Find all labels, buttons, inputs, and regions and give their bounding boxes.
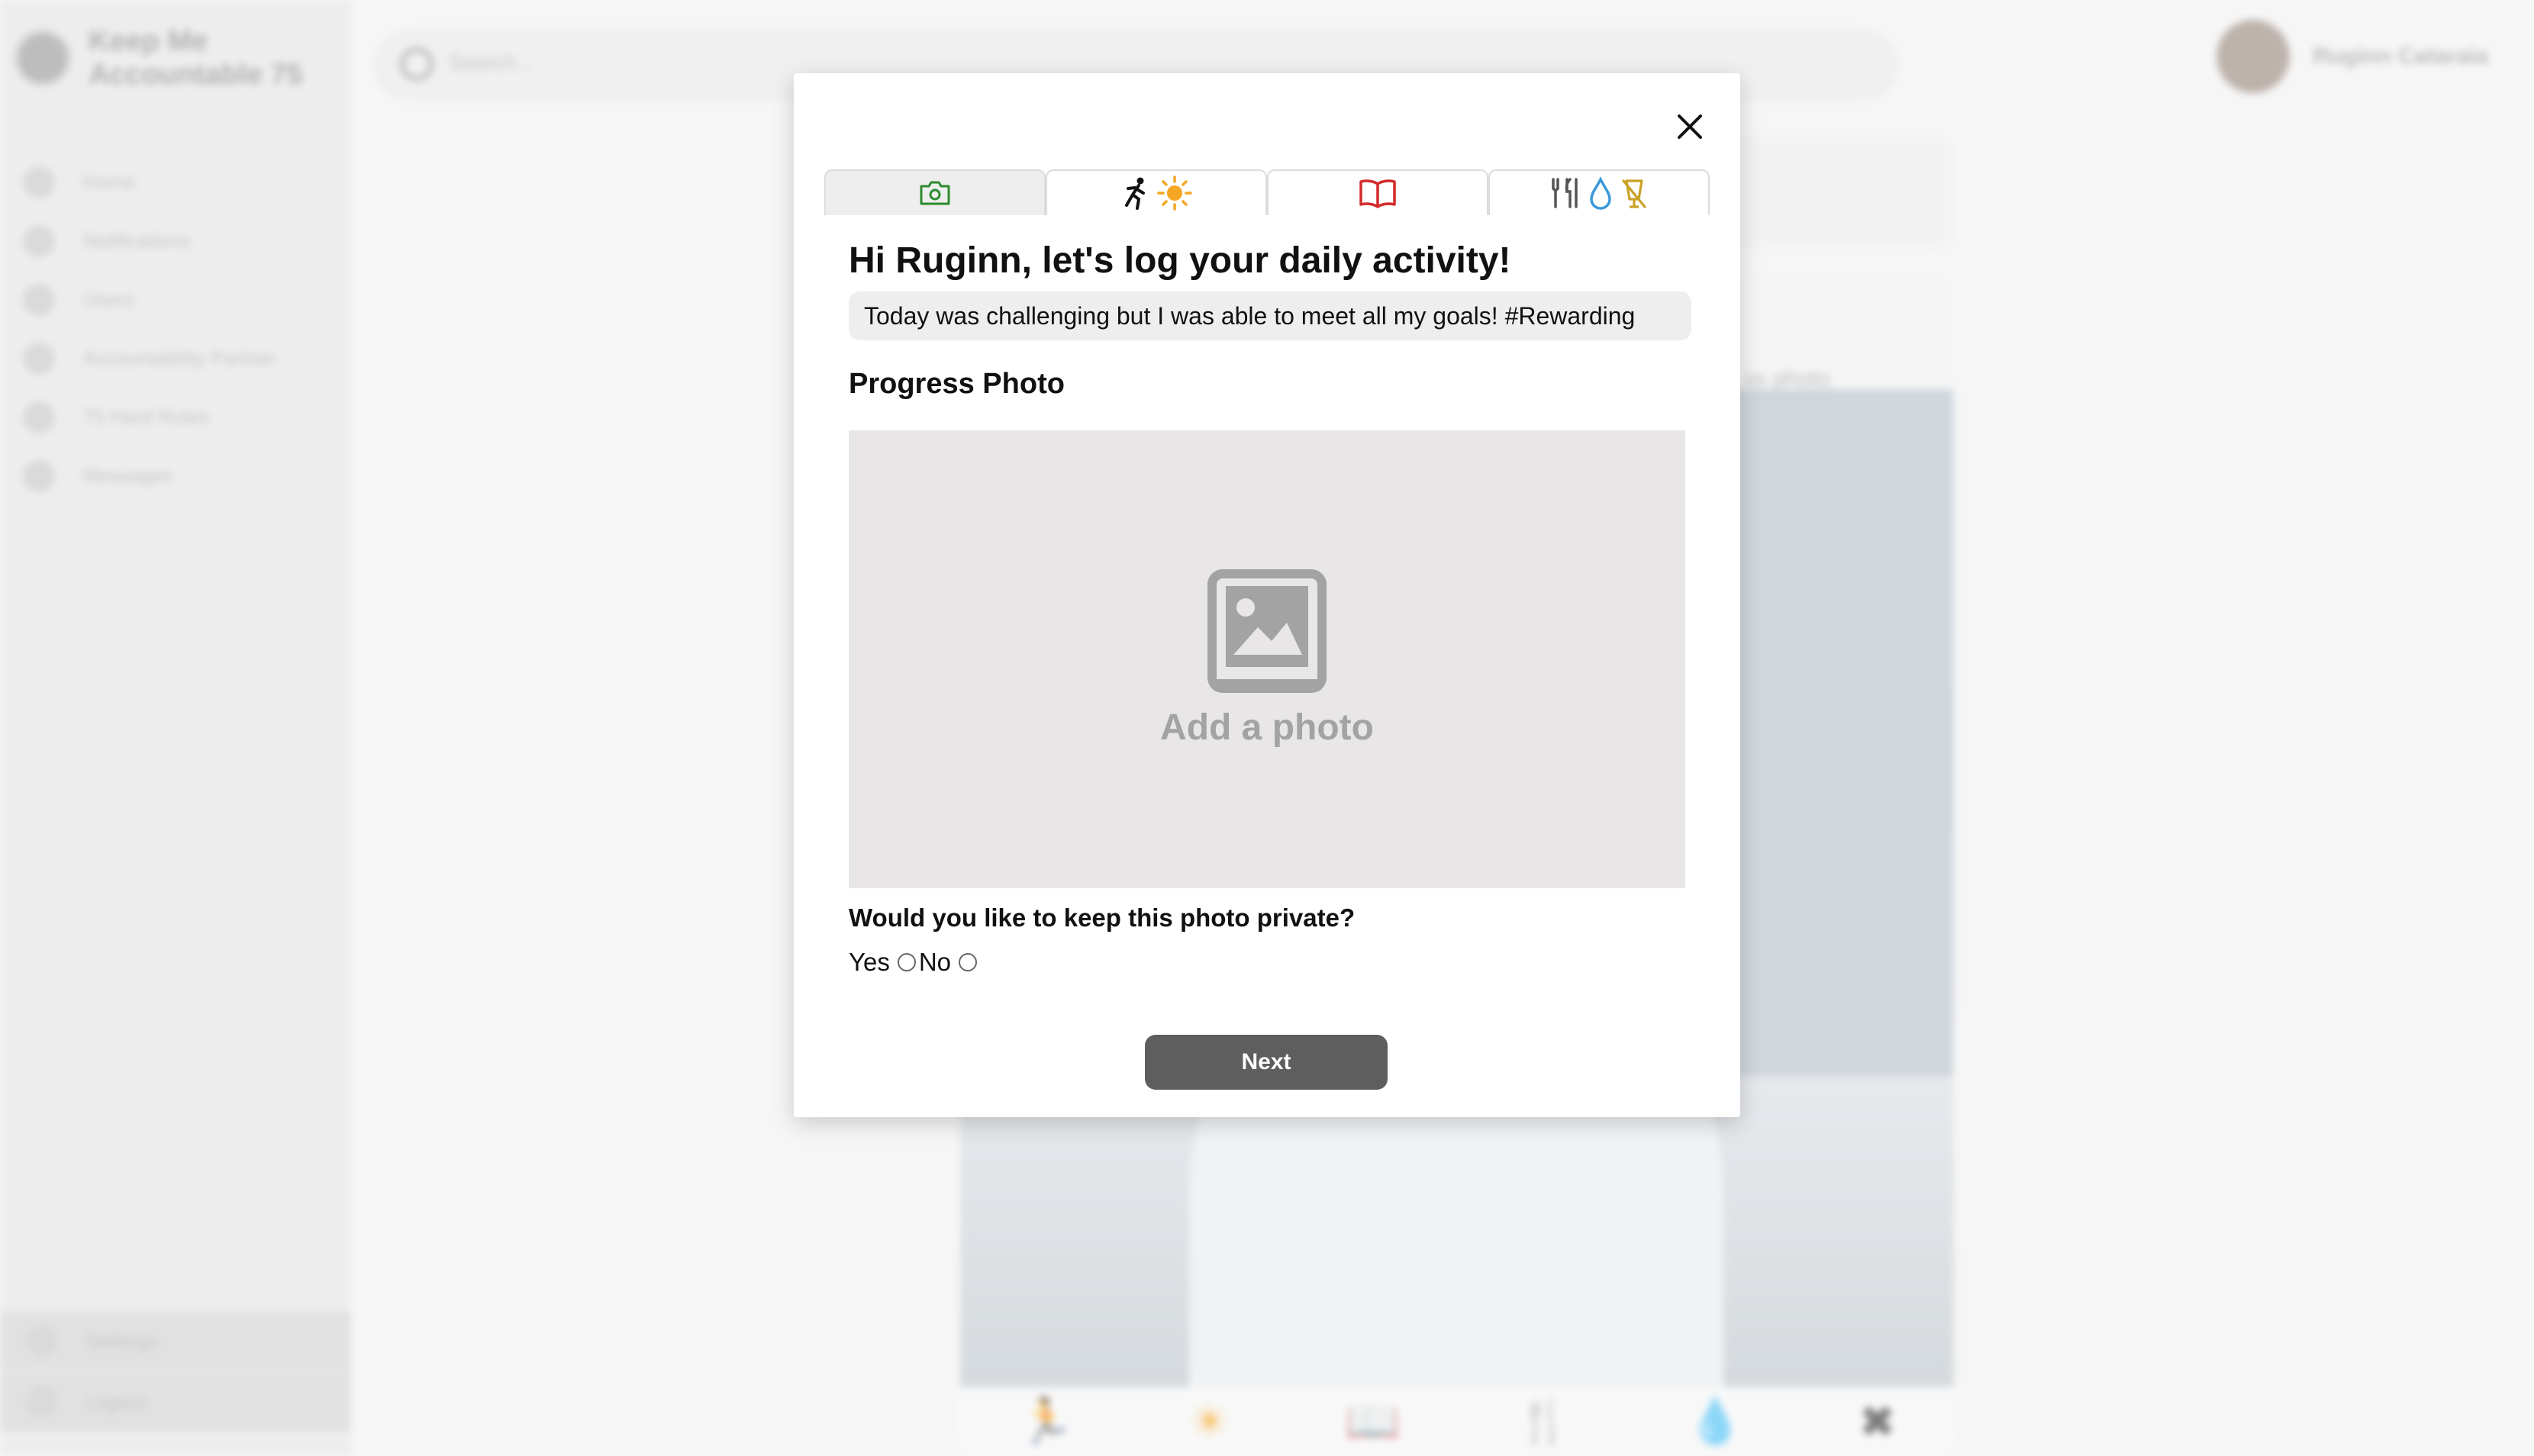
add-photo-label: Add a photo <box>1160 707 1374 748</box>
privacy-question: Would you like to keep this photo privat… <box>849 904 1356 932</box>
open-book-icon <box>1359 179 1396 208</box>
tab-workouts[interactable] <box>1046 169 1267 215</box>
no-label: No <box>918 948 952 976</box>
activity-tabs <box>824 169 1710 215</box>
modal-heading: Hi Ruginn, let's log your daily activity… <box>849 240 1511 281</box>
tab-reading[interactable] <box>1267 169 1488 215</box>
yes-label: Yes <box>849 948 890 976</box>
camera-icon <box>920 181 950 205</box>
no-alcohol-icon <box>1622 179 1646 208</box>
image-icon <box>1207 569 1327 693</box>
privacy-radio-group: Yes No <box>849 948 980 977</box>
no-radio[interactable] <box>959 953 978 971</box>
tab-photo[interactable] <box>824 169 1046 215</box>
utensils-icon <box>1552 178 1578 208</box>
daily-log-modal: Hi Ruginn, let's log your daily activity… <box>794 73 1740 1117</box>
water-drop-icon <box>1590 176 1611 210</box>
sun-icon <box>1157 176 1192 211</box>
next-button[interactable]: Next <box>1145 1035 1388 1090</box>
photo-dropzone[interactable]: Add a photo <box>849 430 1685 888</box>
runner-icon <box>1125 177 1145 210</box>
yes-radio[interactable] <box>897 953 916 971</box>
activity-note-input[interactable] <box>849 292 1691 340</box>
tab-diet[interactable] <box>1488 169 1710 215</box>
progress-photo-title: Progress Photo <box>849 368 1065 400</box>
close-icon <box>1678 114 1702 139</box>
close-button[interactable] <box>1672 108 1708 145</box>
